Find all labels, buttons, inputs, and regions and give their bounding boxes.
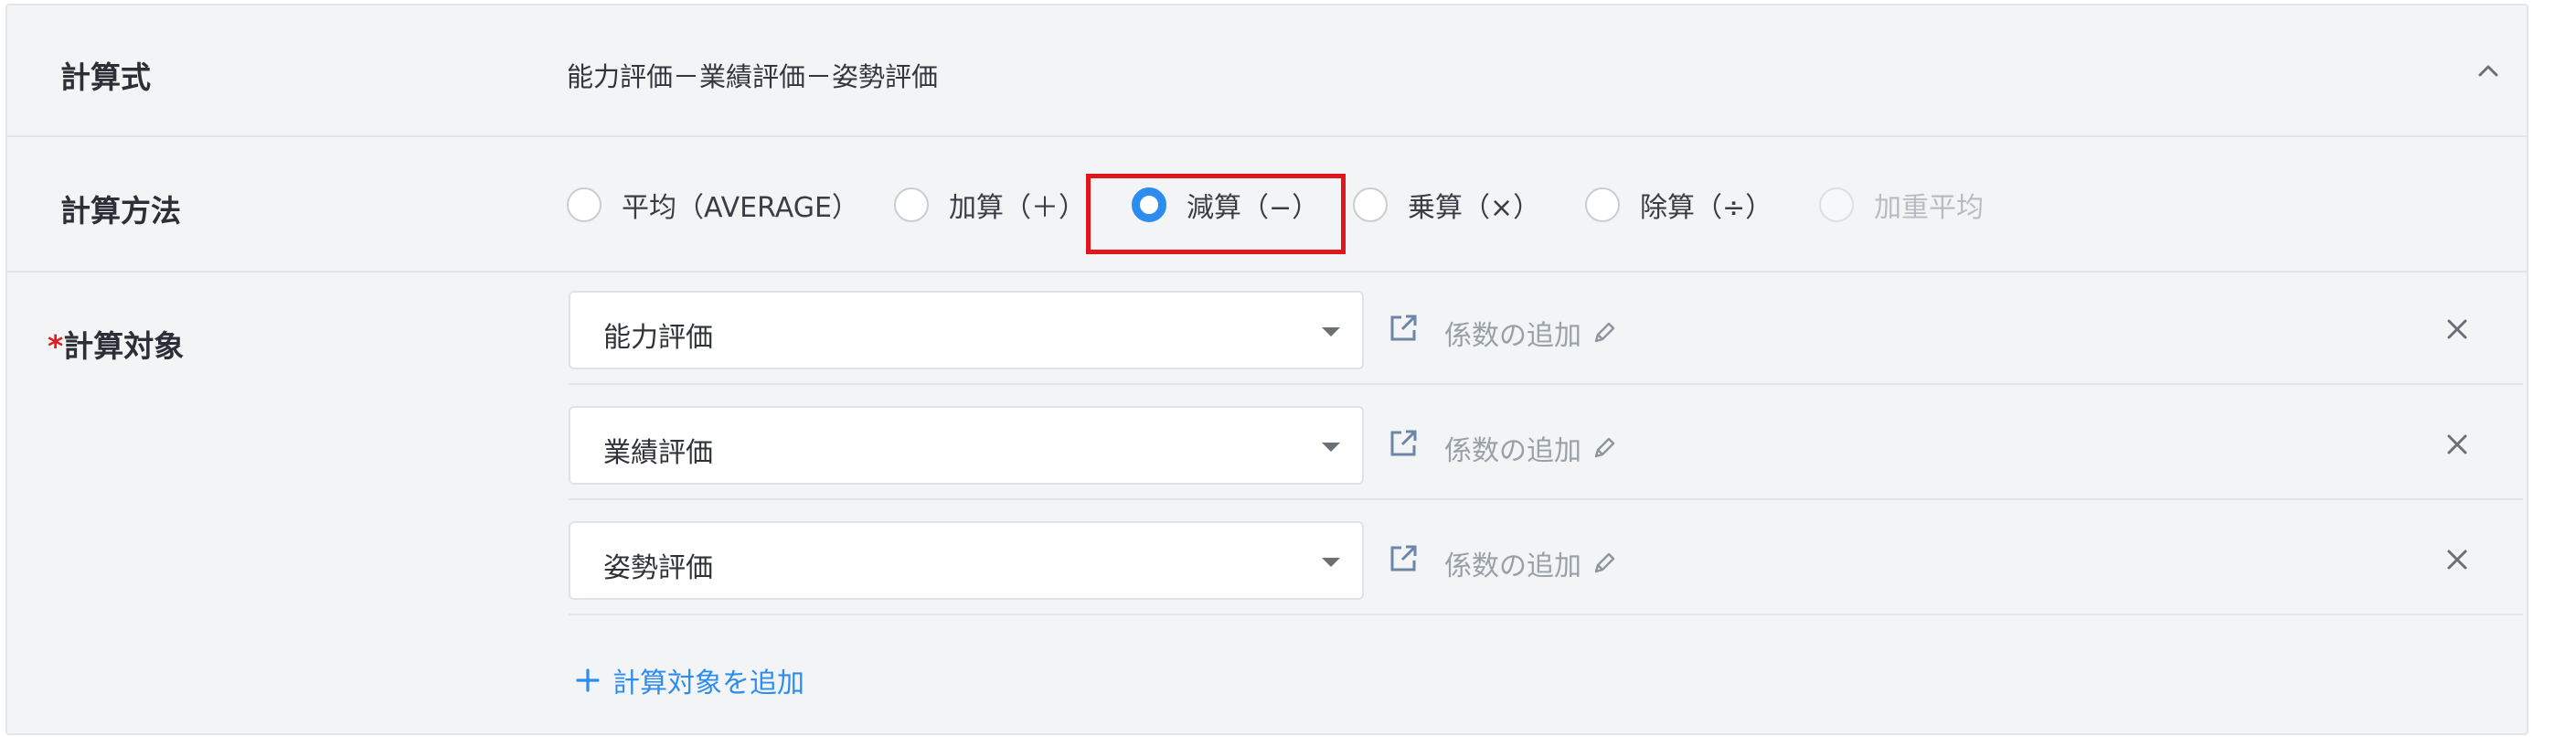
pencil-icon bbox=[1594, 437, 1615, 458]
formula-row: 計算式 能力評価－業績評価－姿勢評価 bbox=[7, 5, 2527, 137]
radio-label: 減算（−） bbox=[1187, 192, 1320, 224]
caret-down-icon bbox=[1322, 443, 1340, 452]
radio-label: 加重平均 bbox=[1874, 192, 1984, 224]
radio-label: 加算（＋） bbox=[949, 192, 1086, 224]
external-link-icon[interactable] bbox=[1388, 543, 1419, 574]
target-select-value: 業績評価 bbox=[603, 437, 713, 469]
targets-row: *計算対象 能力評価 係数の追加 業績評価 係数の追加 姿勢評価 係数の追加 計… bbox=[7, 272, 2527, 733]
remove-target-button[interactable] bbox=[2443, 315, 2472, 344]
radio-circle[interactable] bbox=[1585, 187, 1620, 222]
external-link-icon[interactable] bbox=[1388, 313, 1419, 344]
add-coefficient-label: 係数の追加 bbox=[1444, 435, 1581, 467]
add-target-button[interactable]: 計算対象を追加 bbox=[576, 660, 804, 700]
radio-circle-selected[interactable] bbox=[1132, 187, 1166, 222]
target-select[interactable]: 姿勢評価 bbox=[569, 521, 1364, 600]
calculation-settings-panel: 計算式 能力評価－業績評価－姿勢評価 計算方法 平均（AVERAGE） 加算（＋… bbox=[5, 4, 2528, 735]
add-coefficient-link[interactable]: 係数の追加 bbox=[1444, 428, 1618, 468]
pencil-icon bbox=[1594, 322, 1615, 343]
method-label: 計算方法 bbox=[60, 193, 181, 229]
close-icon bbox=[2447, 434, 2467, 454]
target-item: 能力評価 係数の追加 bbox=[7, 272, 2527, 386]
add-coefficient-link[interactable]: 係数の追加 bbox=[1444, 543, 1618, 583]
radio-weighted-average: 加重平均 bbox=[1819, 185, 1984, 225]
radio-multiplication[interactable]: 乗算（×） bbox=[1353, 185, 1540, 225]
remove-target-button[interactable] bbox=[2443, 430, 2472, 459]
radio-subtraction[interactable]: 減算（−） bbox=[1132, 185, 1319, 225]
radio-label: 乗算（×） bbox=[1408, 192, 1541, 224]
radio-label: 平均（AVERAGE） bbox=[622, 192, 859, 224]
plus-icon bbox=[576, 668, 600, 692]
remove-target-button[interactable] bbox=[2443, 545, 2472, 574]
radio-addition[interactable]: 加算（＋） bbox=[894, 185, 1086, 225]
chevron-up-icon bbox=[2478, 65, 2498, 77]
caret-down-icon bbox=[1322, 327, 1340, 336]
close-icon bbox=[2447, 550, 2467, 570]
pencil-icon bbox=[1594, 552, 1615, 573]
target-select-value: 能力評価 bbox=[603, 322, 713, 354]
row-divider bbox=[569, 614, 2523, 615]
row-divider bbox=[569, 383, 2523, 385]
radio-average[interactable]: 平均（AVERAGE） bbox=[567, 185, 859, 225]
target-select[interactable]: 業績評価 bbox=[569, 406, 1364, 485]
radio-division[interactable]: 除算（÷） bbox=[1585, 185, 1772, 225]
target-item: 姿勢評価 係数の追加 bbox=[7, 503, 2527, 616]
target-select-value: 姿勢評価 bbox=[603, 552, 713, 584]
radio-circle[interactable] bbox=[894, 187, 929, 222]
close-icon bbox=[2447, 319, 2467, 339]
radio-circle[interactable] bbox=[567, 187, 601, 222]
formula-value: 能力評価－業績評価－姿勢評価 bbox=[567, 61, 939, 92]
radio-label: 除算（÷） bbox=[1640, 192, 1773, 224]
radio-circle[interactable] bbox=[1353, 187, 1388, 222]
caret-down-icon bbox=[1322, 558, 1340, 567]
radio-circle-disabled bbox=[1819, 187, 1854, 222]
target-item: 業績評価 係数の追加 bbox=[7, 388, 2527, 501]
formula-label: 計算式 bbox=[60, 59, 151, 95]
method-row: 計算方法 平均（AVERAGE） 加算（＋） 減算（−） 乗算（×） 除算（÷）… bbox=[7, 137, 2527, 272]
add-coefficient-label: 係数の追加 bbox=[1444, 550, 1581, 582]
row-divider bbox=[569, 498, 2523, 500]
target-select[interactable]: 能力評価 bbox=[569, 291, 1364, 369]
add-coefficient-link[interactable]: 係数の追加 bbox=[1444, 313, 1618, 353]
external-link-icon[interactable] bbox=[1388, 428, 1419, 459]
add-target-label: 計算対象を追加 bbox=[612, 668, 804, 700]
add-coefficient-label: 係数の追加 bbox=[1444, 320, 1581, 352]
collapse-button[interactable] bbox=[2472, 55, 2505, 88]
